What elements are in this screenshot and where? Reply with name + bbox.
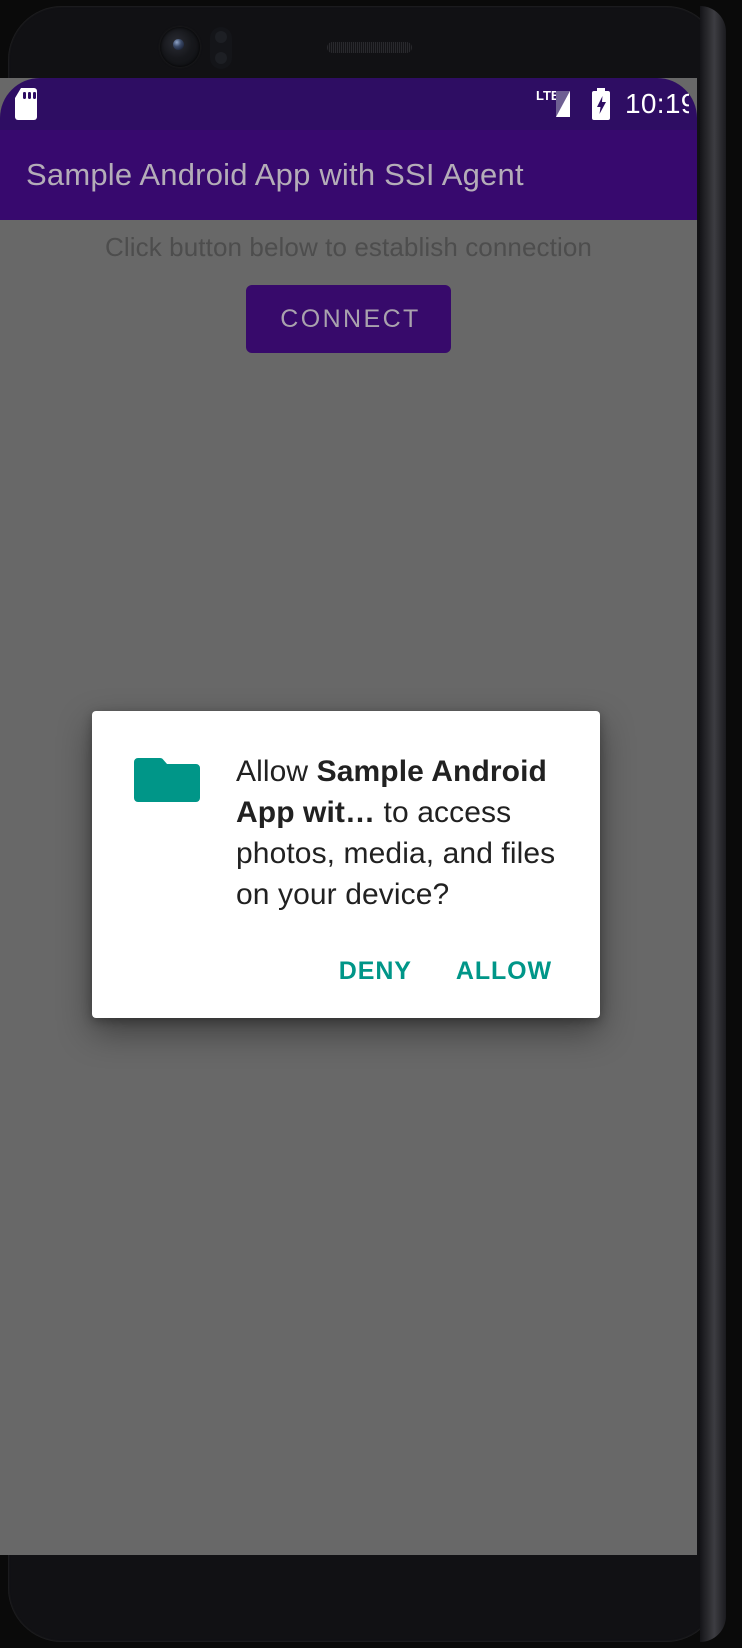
- status-bar-left-icons: [14, 88, 40, 120]
- status-bar-right-icons: LTE 10:19: [535, 87, 691, 121]
- permission-dialog: Allow Sample Android App wit… to access …: [92, 711, 600, 1018]
- battery-charging-icon: [592, 88, 610, 120]
- phone-frame: LTE 10:19 Sample Android App with SSI Ag…: [0, 0, 742, 1648]
- cellular-signal-icon: LTE: [536, 88, 570, 117]
- status-bar-clock: 10:19: [625, 90, 689, 118]
- proximity-sensor-icon: [210, 27, 232, 69]
- dialog-message-prefix: Allow: [236, 755, 317, 788]
- allow-button[interactable]: ALLOW: [454, 951, 554, 992]
- sd-card-icon: [15, 88, 37, 120]
- phone-top-sensor-cluster: [0, 0, 712, 78]
- dialog-body: Allow Sample Android App wit… to access …: [134, 749, 568, 915]
- page-title: Sample Android App with SSI Agent: [26, 157, 524, 192]
- front-camera-icon: [160, 27, 200, 67]
- status-bar: LTE 10:19: [0, 78, 697, 130]
- instruction-text: Click button below to establish connecti…: [105, 232, 592, 262]
- device-edge: [700, 6, 726, 1642]
- dialog-message: Allow Sample Android App wit… to access …: [236, 749, 568, 915]
- app-bar: Sample Android App with SSI Agent: [0, 130, 697, 220]
- phone-screen: LTE 10:19 Sample Android App with SSI Ag…: [0, 78, 697, 1555]
- dialog-actions: DENY ALLOW: [134, 951, 568, 998]
- earpiece-speaker-icon: [327, 42, 412, 53]
- deny-button[interactable]: DENY: [337, 951, 414, 992]
- folder-icon: [134, 758, 200, 802]
- connect-button[interactable]: CONNECT: [246, 285, 451, 353]
